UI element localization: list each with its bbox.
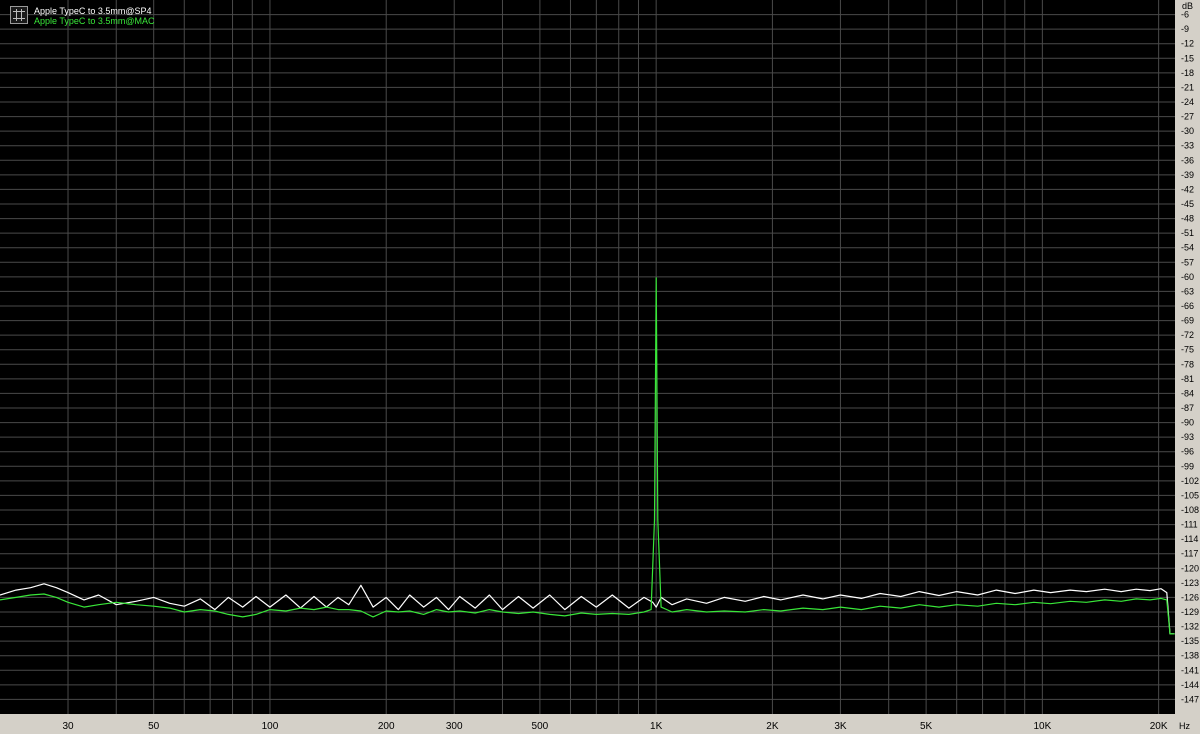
y-tick-label: -45 <box>1181 199 1194 209</box>
y-tick-label: -96 <box>1181 447 1194 457</box>
y-tick-label: -6 <box>1181 10 1189 20</box>
legend-entries: Apple TypeC to 3.5mm@SP4 Apple TypeC to … <box>34 6 155 26</box>
y-tick-label: -18 <box>1181 68 1194 78</box>
spectrum-analyzer-window: dB -6 -9 -12 -15 -18 -21 -24 -27 -30 -33 -36 -39 -42… <box>0 0 1200 734</box>
legend: Apple TypeC to 3.5mm@SP4 Apple TypeC to … <box>10 6 155 26</box>
x-tick-label: 200 <box>378 721 395 732</box>
y-tick-label: -99 <box>1181 461 1194 471</box>
y-tick-label: -132 <box>1181 622 1199 632</box>
y-tick-label: -75 <box>1181 345 1194 355</box>
y-tick-label: -36 <box>1181 155 1194 165</box>
y-tick-label: -120 <box>1181 563 1199 573</box>
x-tick-label: 1K <box>650 721 663 732</box>
legend-entry-mac: Apple TypeC to 3.5mm@MAC <box>34 16 155 26</box>
y-tick-label: -144 <box>1181 680 1199 690</box>
y-tick-label: -84 <box>1181 388 1194 398</box>
y-tick-label: -87 <box>1181 403 1194 413</box>
x-tick-label: 20K <box>1150 721 1168 732</box>
y-tick-label: -27 <box>1181 112 1194 122</box>
y-tick-label: -54 <box>1181 243 1194 253</box>
y-tick-label: -39 <box>1181 170 1194 180</box>
x-tick-label: 100 <box>262 721 279 732</box>
y-tick-label: -57 <box>1181 257 1194 267</box>
y-tick-label: -81 <box>1181 374 1194 384</box>
y-tick-label: -12 <box>1181 39 1194 49</box>
y-tick-label: -93 <box>1181 432 1194 442</box>
y-tick-label: -69 <box>1181 316 1194 326</box>
y-tick-label: -123 <box>1181 578 1199 588</box>
y-tick-label: -126 <box>1181 592 1199 602</box>
y-tick-label: -9 <box>1181 24 1189 34</box>
x-unit-label: Hz <box>1179 721 1190 731</box>
y-tick-label: -141 <box>1181 665 1199 675</box>
y-tick-label: -105 <box>1181 490 1199 500</box>
y-tick-label: -66 <box>1181 301 1194 311</box>
y-tick-label: -138 <box>1181 651 1199 661</box>
y-tick-label: -102 <box>1181 476 1199 486</box>
y-tick-label: -42 <box>1181 184 1194 194</box>
x-tick-label: 300 <box>446 721 463 732</box>
y-tick-label: -72 <box>1181 330 1194 340</box>
y-tick-label: -111 <box>1181 520 1198 530</box>
y-tick-label: -60 <box>1181 272 1194 282</box>
x-tick-label: 500 <box>532 721 549 732</box>
y-tick-label: -90 <box>1181 418 1194 428</box>
chart-settings-icon[interactable] <box>10 6 28 24</box>
y-tick-label: -117 <box>1181 549 1198 559</box>
y-tick-label: -30 <box>1181 126 1194 136</box>
y-tick-label: -135 <box>1181 636 1199 646</box>
y-tick-label: -51 <box>1181 228 1194 238</box>
y-tick-label: -129 <box>1181 607 1199 617</box>
y-tick-label: -147 <box>1181 694 1199 704</box>
spectrum-chart: dB -6-9-12-15-18-21-24-27-30-33-36-39-42… <box>0 0 1200 734</box>
y-tick-label: -48 <box>1181 214 1194 224</box>
legend-entry-sp4: Apple TypeC to 3.5mm@SP4 <box>34 6 152 16</box>
x-tick-label: 30 <box>62 721 74 732</box>
y-tick-label: -114 <box>1181 534 1198 544</box>
y-tick-label: -24 <box>1181 97 1194 107</box>
y-tick-label: -63 <box>1181 286 1194 296</box>
x-tick-label: 50 <box>148 721 160 732</box>
y-tick-label: -78 <box>1181 359 1194 369</box>
y-tick-label: -15 <box>1181 53 1194 63</box>
x-tick-label: 2K <box>766 721 779 732</box>
y-tick-label: -21 <box>1181 82 1194 92</box>
plot-area <box>0 0 1175 714</box>
x-tick-label: 10K <box>1033 721 1051 732</box>
y-tick-label: -108 <box>1181 505 1199 515</box>
x-tick-label: 5K <box>920 721 933 732</box>
y-tick-label: -33 <box>1181 141 1194 151</box>
x-tick-label: 3K <box>834 721 847 732</box>
